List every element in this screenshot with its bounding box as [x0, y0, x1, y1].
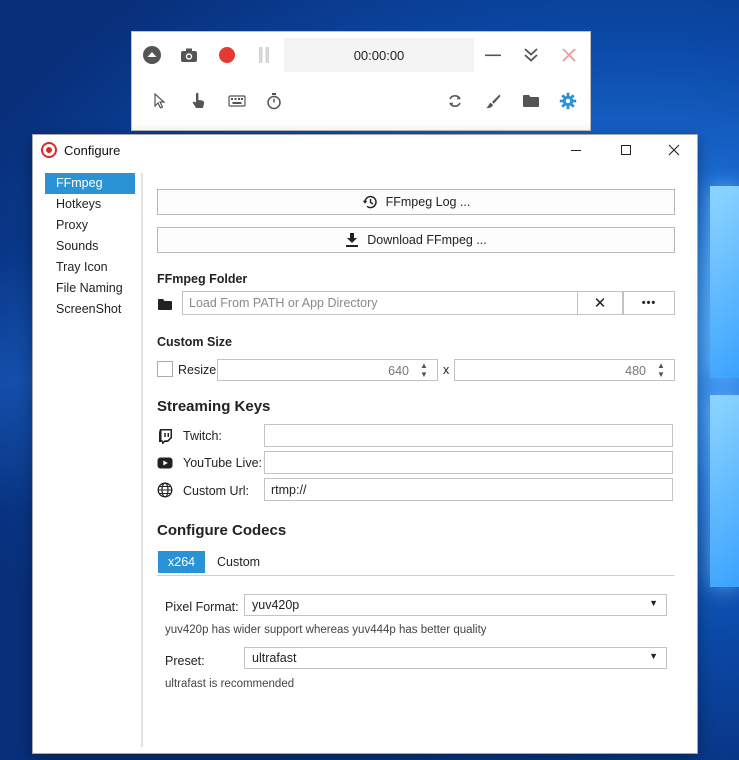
keyboard-icon[interactable]: [226, 90, 248, 112]
configure-codecs-title: Configure Codecs: [157, 522, 287, 539]
sidebar-divider: [141, 173, 143, 747]
minimize-to-tray-icon[interactable]: [520, 44, 542, 66]
settings-sidebar: FFmpeg Hotkeys Proxy Sounds Tray Icon Fi…: [45, 173, 135, 320]
download-ffmpeg-button[interactable]: Download FFmpeg ...: [157, 227, 675, 253]
sidebar-item-tray-icon[interactable]: Tray Icon: [45, 257, 135, 278]
resize-label: Resize: [178, 363, 217, 377]
pixel-format-select[interactable]: yuv420p ▼: [244, 594, 667, 616]
settings-gear-icon[interactable]: [557, 90, 579, 112]
close-icon[interactable]: [558, 44, 580, 66]
ffmpeg-log-label: FFmpeg Log ...: [385, 195, 471, 209]
sidebar-item-file-naming[interactable]: File Naming: [45, 278, 135, 299]
stopwatch-icon[interactable]: [263, 90, 285, 112]
width-spin-arrows[interactable]: ▲ ▼: [419, 361, 429, 379]
custom-url-value: rtmp://: [271, 482, 307, 497]
brush-icon[interactable]: [482, 90, 504, 112]
width-value: 640: [388, 364, 409, 378]
collapse-icon[interactable]: [141, 44, 163, 66]
preset-value: ultrafast: [252, 651, 297, 665]
preset-select[interactable]: ultrafast ▼: [244, 647, 667, 669]
tab-x264[interactable]: x264: [158, 551, 206, 573]
camera-icon[interactable]: [178, 44, 200, 66]
refresh-icon[interactable]: [444, 90, 466, 112]
configure-window: Configure FFmpeg Hotkeys Proxy Sounds Tr…: [32, 134, 698, 754]
download-ffmpeg-label: Download FFmpeg ...: [367, 233, 487, 247]
windows-logo-pane-bottom: [710, 395, 739, 587]
recording-timer: 00:00:00: [284, 38, 474, 72]
height-spinner[interactable]: 480 ▲ ▼: [454, 359, 675, 381]
record-button[interactable]: [216, 44, 238, 66]
youtube-label: YouTube Live:: [183, 456, 262, 470]
height-spin-arrows[interactable]: ▲ ▼: [656, 361, 666, 379]
twitch-label: Twitch:: [183, 429, 222, 443]
ffmpeg-folder-placeholder: Load From PATH or App Directory: [189, 296, 378, 310]
window-close-button[interactable]: [651, 135, 697, 165]
size-separator: x: [443, 363, 450, 377]
browse-folder-button[interactable]: •••: [623, 291, 675, 315]
ffmpeg-folder-input[interactable]: Load From PATH or App Directory: [182, 291, 578, 315]
hand-click-icon[interactable]: [188, 90, 210, 112]
ffmpeg-log-button[interactable]: FFmpeg Log ...: [157, 189, 675, 215]
recorder-toolbar: 00:00:00: [131, 31, 591, 131]
chevron-down-icon: ▼: [649, 598, 658, 608]
window-title: Configure: [64, 143, 121, 158]
preset-hint: ultrafast is recommended: [165, 678, 295, 690]
sidebar-item-hotkeys[interactable]: Hotkeys: [45, 194, 135, 215]
pause-button[interactable]: [253, 44, 275, 66]
custom-url-label: Custom Url:: [183, 484, 249, 498]
pixel-format-label: Pixel Format:: [165, 600, 239, 614]
youtube-icon: [157, 455, 173, 471]
download-icon: [345, 232, 359, 248]
window-minimize-button[interactable]: [553, 135, 599, 165]
windows-logo-pane-top: [710, 186, 739, 378]
clear-folder-button[interactable]: ✕: [577, 291, 623, 315]
sidebar-item-sounds[interactable]: Sounds: [45, 236, 135, 257]
globe-icon: [157, 482, 173, 498]
window-maximize-button[interactable]: [603, 135, 649, 165]
ffmpeg-folder-label: FFmpeg Folder: [157, 272, 248, 286]
clear-icon: ✕: [593, 295, 607, 312]
height-value: 480: [625, 364, 646, 378]
streaming-keys-title: Streaming Keys: [157, 398, 271, 415]
app-record-icon: [41, 142, 57, 158]
twitch-icon: [157, 428, 173, 444]
folder-icon: [157, 296, 173, 312]
sidebar-item-screenshot[interactable]: ScreenShot: [45, 299, 135, 320]
pixel-format-value: yuv420p: [252, 598, 300, 612]
custom-size-label: Custom Size: [157, 335, 233, 349]
chevron-down-icon: ▼: [649, 651, 658, 661]
folder-icon[interactable]: [520, 90, 542, 112]
title-bar[interactable]: Configure: [33, 135, 697, 165]
preset-label: Preset:: [165, 654, 205, 668]
resize-checkbox[interactable]: [157, 361, 173, 377]
custom-url-input[interactable]: rtmp://: [264, 478, 673, 501]
cursor-icon[interactable]: [149, 90, 171, 112]
sidebar-item-proxy[interactable]: Proxy: [45, 215, 135, 236]
history-icon: [362, 194, 378, 210]
youtube-key-input[interactable]: [264, 451, 673, 474]
more-icon: •••: [641, 297, 657, 309]
sidebar-item-ffmpeg[interactable]: FFmpeg: [45, 173, 135, 194]
minimize-icon[interactable]: [482, 44, 504, 66]
twitch-key-input[interactable]: [264, 424, 673, 447]
tab-custom[interactable]: Custom: [207, 551, 270, 573]
width-spinner[interactable]: 640 ▲ ▼: [217, 359, 438, 381]
pixel-format-hint: yuv420p has wider support whereas yuv444…: [165, 624, 487, 636]
tab-underline: [157, 575, 675, 576]
